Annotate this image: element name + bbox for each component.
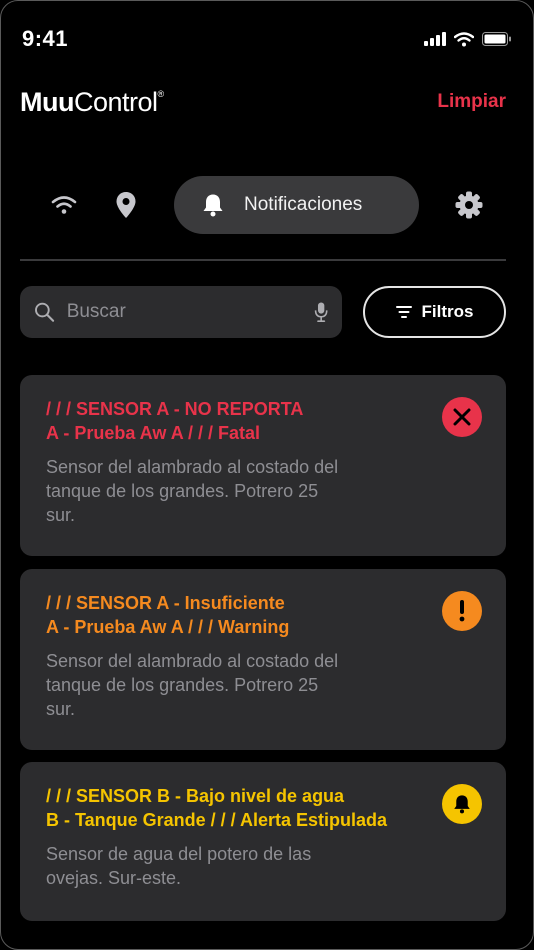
notification-description: Sensor del alambrado al costado del tanq… [46,651,339,719]
notification-card[interactable]: / / / SENSOR B - Bajo nivel de agua B - … [20,762,506,921]
filter-icon [395,306,412,318]
search-icon [35,302,55,322]
close-icon[interactable] [442,397,482,437]
cellular-signal-icon [424,32,446,46]
search-input[interactable] [64,300,314,324]
tab-notifications-label: Notificaciones [244,194,363,215]
exclamation-icon[interactable] [442,591,482,631]
microphone-icon[interactable] [314,299,328,325]
notification-title-line1: / / / SENSOR B - Bajo nivel de agua [46,786,345,806]
bell-icon [203,194,223,217]
notification-description: Sensor de agua del potero de las ovejas.… [46,844,312,888]
wifi-icon [51,196,77,214]
notification-title-line2: A - Prueba Aw A / / / Fatal [46,423,261,443]
location-pin-icon [116,192,136,218]
status-time: 9:41 [22,26,69,51]
search-bar [20,286,342,338]
status-bar: 9:41 [22,24,512,54]
notification-title-line2: B - Tanque Grande / / / Alerta Estipulad… [46,810,388,830]
notification-title-line2: A - Prueba Aw A / / / Warning [46,617,290,637]
battery-icon [482,32,511,46]
bell-icon[interactable] [442,784,482,824]
tab-settings[interactable] [447,183,491,227]
notification-card[interactable]: / / / SENSOR A - NO REPORTA A - Prueba A… [20,375,506,556]
clear-button[interactable]: Limpiar [437,91,506,113]
filter-label: Filtros [421,302,474,321]
gear-icon [455,191,483,219]
system-icons [424,31,512,47]
notification-title-line1: / / / SENSOR A - Insuficiente [46,593,285,613]
filter-button[interactable]: Filtros [363,286,506,338]
app-header: MuuControl® Limpiar [20,84,506,120]
tab-bar: Notificaciones [20,176,506,234]
tab-connectivity[interactable] [42,183,86,227]
notification-title-line1: / / / SENSOR A - NO REPORTA [46,399,304,419]
tab-location[interactable] [104,183,148,227]
notification-card[interactable]: / / / SENSOR A - Insuficiente A - Prueba… [20,569,506,750]
tab-notifications[interactable]: Notificaciones [174,176,419,234]
notification-description: Sensor del alambrado al costado del tanq… [46,457,339,525]
wifi-status-icon [454,31,474,46]
header-divider [20,259,506,261]
app-logo: MuuControl® [20,86,164,117]
